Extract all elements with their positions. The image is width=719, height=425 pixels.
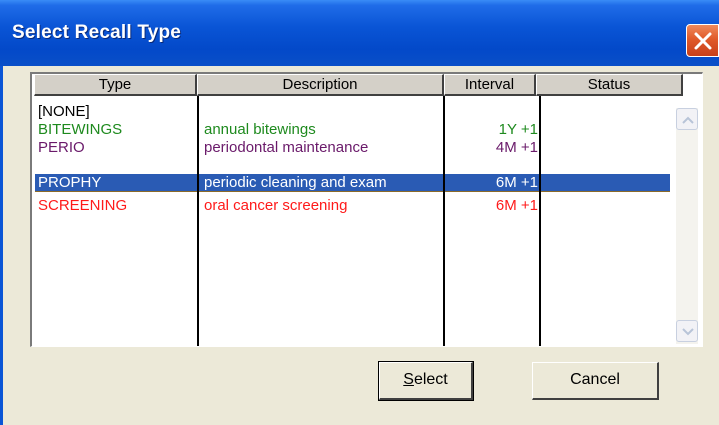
type-cell: BITEWINGS [38, 121, 123, 138]
list-row[interactable]: BITEWINGS annual bitewings 1Y +1 [35, 121, 670, 139]
chevron-down-icon [682, 328, 694, 336]
close-icon [694, 32, 712, 50]
type-cell: PERIO [38, 139, 85, 156]
window-title: Select Recall Type [12, 22, 182, 43]
vertical-scrollbar[interactable] [676, 108, 698, 344]
type-cell: PROPHY [38, 174, 102, 191]
type-cell: [NONE] [38, 103, 90, 120]
list-row[interactable]: PERIO periodontal maintenance 4M +1 [35, 139, 670, 157]
close-button[interactable] [686, 24, 719, 57]
interval-cell: 6M +1 [495, 174, 538, 191]
description-cell: periodontal maintenance [204, 139, 369, 156]
interval-cell: 1Y +1 [498, 121, 538, 138]
scroll-up-button[interactable] [676, 108, 698, 130]
type-cell: SCREENING [38, 197, 128, 214]
scroll-down-button[interactable] [676, 320, 698, 342]
list-row[interactable]: [NONE] [35, 103, 670, 121]
description-cell: oral cancer screening [204, 197, 348, 214]
select-accelerator: S [403, 371, 414, 388]
select-button[interactable]: Select [378, 361, 474, 401]
description-cell: periodic cleaning and exam [204, 174, 387, 191]
chevron-up-icon [682, 116, 694, 124]
list-row[interactable]: SCREENING oral cancer screening 6M +1 [35, 197, 670, 215]
column-header-type[interactable]: Type [34, 74, 197, 96]
description-cell: annual bitewings [204, 121, 316, 138]
list-row-selected[interactable]: PROPHY periodic cleaning and exam 6M +1 [35, 174, 670, 192]
title-bar: Select Recall Type [0, 0, 719, 66]
column-header-status[interactable]: Status [536, 74, 683, 96]
select-label: elect [413, 371, 448, 388]
column-header-interval[interactable]: Interval [444, 74, 536, 96]
interval-cell: 4M +1 [495, 139, 538, 156]
window-border [0, 66, 3, 425]
column-header-description[interactable]: Description [197, 74, 444, 96]
cancel-button[interactable]: Cancel [532, 362, 659, 400]
interval-cell: 6M +1 [495, 197, 538, 214]
